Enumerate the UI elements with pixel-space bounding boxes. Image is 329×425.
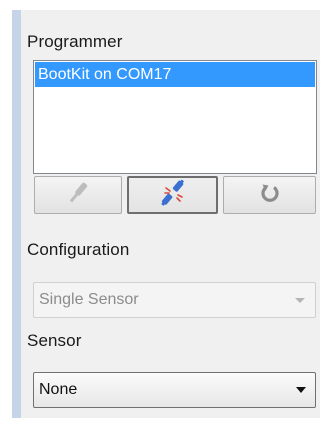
programmer-list[interactable]: BootKit on COM17	[33, 60, 317, 174]
refresh-button[interactable]	[223, 176, 316, 214]
configuration-select: Single Sensor	[33, 282, 316, 318]
sensor-select[interactable]: None	[33, 372, 316, 408]
programmer-label: Programmer	[27, 32, 123, 51]
plug-icon	[66, 179, 90, 212]
chevron-down-icon[interactable]	[296, 387, 306, 393]
chevron-down-icon	[295, 298, 305, 303]
configuration-value: Single Sensor	[39, 291, 139, 308]
disconnect-button[interactable]	[127, 176, 218, 214]
sensor-value: None	[39, 381, 78, 398]
refresh-icon	[259, 182, 281, 209]
disconnect-icon	[158, 178, 188, 212]
programmer-list-item[interactable]: BootKit on COM17	[35, 62, 315, 87]
sensor-label: Sensor	[27, 331, 82, 350]
connect-button[interactable]	[34, 176, 122, 214]
configuration-label: Configuration	[27, 240, 130, 259]
